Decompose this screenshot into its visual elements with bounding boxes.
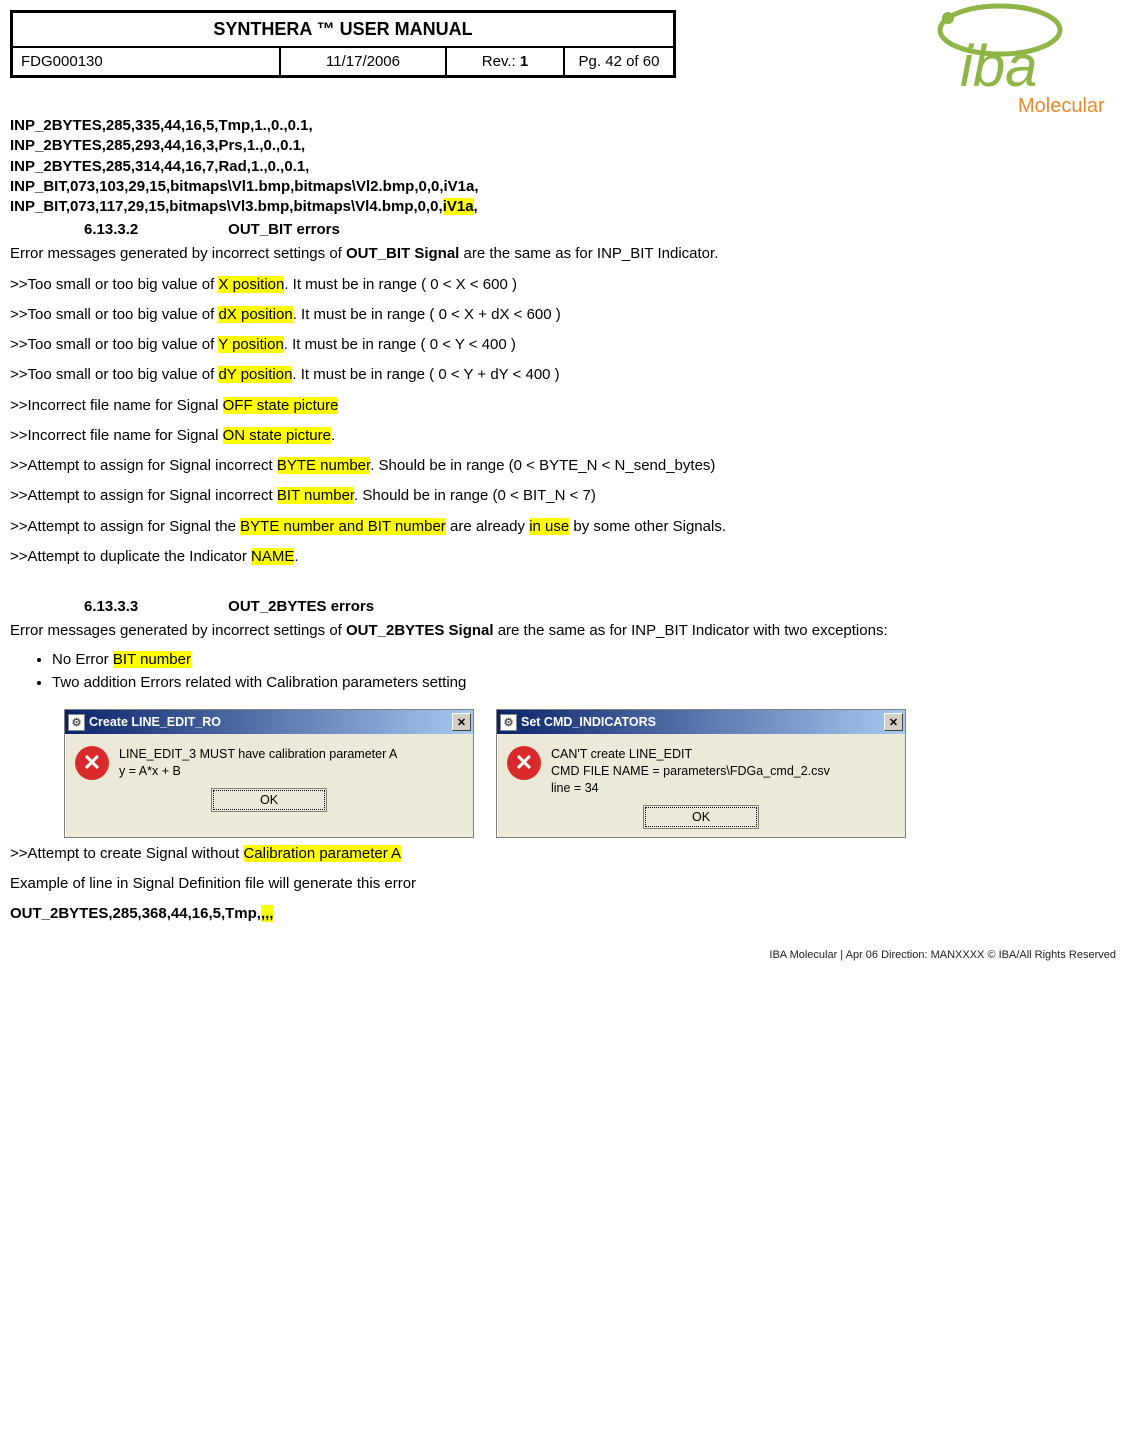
manual-title: SYNTHERA ™ USER MANUAL bbox=[13, 13, 673, 48]
error-bit-number: >>Attempt to assign for Signal incorrect… bbox=[10, 486, 1116, 506]
rev-label: Rev.: bbox=[482, 53, 520, 70]
error-y-position: >>Too small or too big value of Y positi… bbox=[10, 335, 1116, 355]
dialog-set-cmd-indicators: Set CMD_INDICATORS ✕ ✕ CAN'T create LINE… bbox=[496, 709, 906, 838]
example-line: OUT_2BYTES,285,368,44,16,5,Tmp,,,, bbox=[10, 904, 1116, 924]
doc-page: Pg. 42 of 60 bbox=[565, 48, 673, 75]
code-line-5-hl: iV1a bbox=[443, 198, 474, 215]
code-line-5b: , bbox=[474, 198, 478, 215]
system-icon bbox=[68, 714, 85, 731]
section-num: 6.13.3.2 bbox=[84, 221, 224, 238]
dialog-create-line-edit: Create LINE_EDIT_RO ✕ ✕ LINE_EDIT_3 MUST… bbox=[64, 709, 474, 838]
error-calibration-a: >>Attempt to create Signal without Calib… bbox=[10, 844, 1116, 864]
ok-button[interactable]: OK bbox=[645, 807, 757, 827]
dialog-message: LINE_EDIT_3 MUST have calibration parame… bbox=[119, 746, 397, 780]
error-off-picture: >>Incorrect file name for Signal OFF sta… bbox=[10, 396, 1116, 416]
code-line-2: INP_2BYTES,285,293,44,16,3,Prs,1.,0.,0.1… bbox=[10, 137, 305, 154]
section-title: OUT_BIT errors bbox=[228, 221, 340, 238]
logo-text: iba bbox=[960, 34, 1037, 99]
exceptions-list: No Error BIT number Two addition Errors … bbox=[36, 651, 1116, 691]
dialog-title-text: Set CMD_INDICATORS bbox=[521, 715, 656, 729]
error-icon: ✕ bbox=[75, 746, 109, 780]
bullet-calibration: Two addition Errors related with Calibra… bbox=[52, 674, 1116, 691]
close-icon[interactable]: ✕ bbox=[884, 713, 903, 731]
code-line-1: INP_2BYTES,285,335,44,16,5,Tmp,1.,0.,0.1… bbox=[10, 117, 313, 134]
header-table: SYNTHERA ™ USER MANUAL FDG000130 11/17/2… bbox=[10, 10, 676, 78]
code-block: INP_2BYTES,285,335,44,16,5,Tmp,1.,0.,0.1… bbox=[10, 116, 1116, 217]
code-line-4: INP_BIT,073,103,29,15,bitmaps\Vl1.bmp,bi… bbox=[10, 178, 479, 195]
dialog-screenshots: Create LINE_EDIT_RO ✕ ✕ LINE_EDIT_3 MUST… bbox=[64, 709, 1116, 838]
doc-date: 11/17/2006 bbox=[281, 48, 447, 75]
dialog-titlebar: Set CMD_INDICATORS ✕ bbox=[497, 710, 905, 734]
error-byte-number: >>Attempt to assign for Signal incorrect… bbox=[10, 456, 1116, 476]
error-x-position: >>Too small or too big value of X positi… bbox=[10, 275, 1116, 295]
section-title-2: OUT_2BYTES errors bbox=[228, 598, 374, 615]
error-duplicate-name: >>Attempt to duplicate the Indicator NAM… bbox=[10, 547, 1116, 567]
error-on-picture: >>Incorrect file name for Signal ON stat… bbox=[10, 426, 1116, 446]
iba-logo: iba Molecular bbox=[900, 0, 1120, 120]
section-heading-outbit: 6.13.3.2 OUT_BIT errors bbox=[84, 221, 1116, 238]
system-icon bbox=[500, 714, 517, 731]
page-footer: IBA Molecular | Apr 06 Direction: MANXXX… bbox=[769, 949, 1116, 961]
dialog-title-text: Create LINE_EDIT_RO bbox=[89, 715, 221, 729]
example-intro: Example of line in Signal Definition fil… bbox=[10, 874, 1116, 894]
close-icon[interactable]: ✕ bbox=[452, 713, 471, 731]
code-line-3: INP_2BYTES,285,314,44,16,7,Rad,1.,0.,0.1… bbox=[10, 158, 309, 175]
out2bytes-intro: Error messages generated by incorrect se… bbox=[10, 621, 1116, 641]
outbit-intro: Error messages generated by incorrect se… bbox=[10, 244, 1116, 264]
section-heading-out2bytes: 6.13.3.3 OUT_2BYTES errors bbox=[84, 598, 1116, 615]
error-icon: ✕ bbox=[507, 746, 541, 780]
document-header: SYNTHERA ™ USER MANUAL FDG000130 11/17/2… bbox=[10, 10, 1116, 78]
error-dx-position: >>Too small or too big value of dX posit… bbox=[10, 305, 1116, 325]
header-cells: FDG000130 11/17/2006 Rev.: 1 Pg. 42 of 6… bbox=[13, 48, 673, 75]
doc-number: FDG000130 bbox=[13, 48, 281, 75]
dialog-message: CAN'T create LINE_EDIT CMD FILE NAME = p… bbox=[551, 746, 830, 797]
bullet-no-error-bit: No Error BIT number bbox=[52, 651, 1116, 668]
error-dy-position: >>Too small or too big value of dY posit… bbox=[10, 365, 1116, 385]
logo-subtext: Molecular bbox=[1018, 95, 1105, 117]
section-num-2: 6.13.3.3 bbox=[84, 598, 224, 615]
rev-value: 1 bbox=[520, 53, 528, 70]
code-line-5a: INP_BIT,073,117,29,15,bitmaps\Vl3.bmp,bi… bbox=[10, 198, 443, 215]
ok-button[interactable]: OK bbox=[213, 790, 325, 810]
doc-revision: Rev.: 1 bbox=[447, 48, 565, 75]
error-in-use: >>Attempt to assign for Signal the BYTE … bbox=[10, 517, 1116, 537]
dialog-titlebar: Create LINE_EDIT_RO ✕ bbox=[65, 710, 473, 734]
